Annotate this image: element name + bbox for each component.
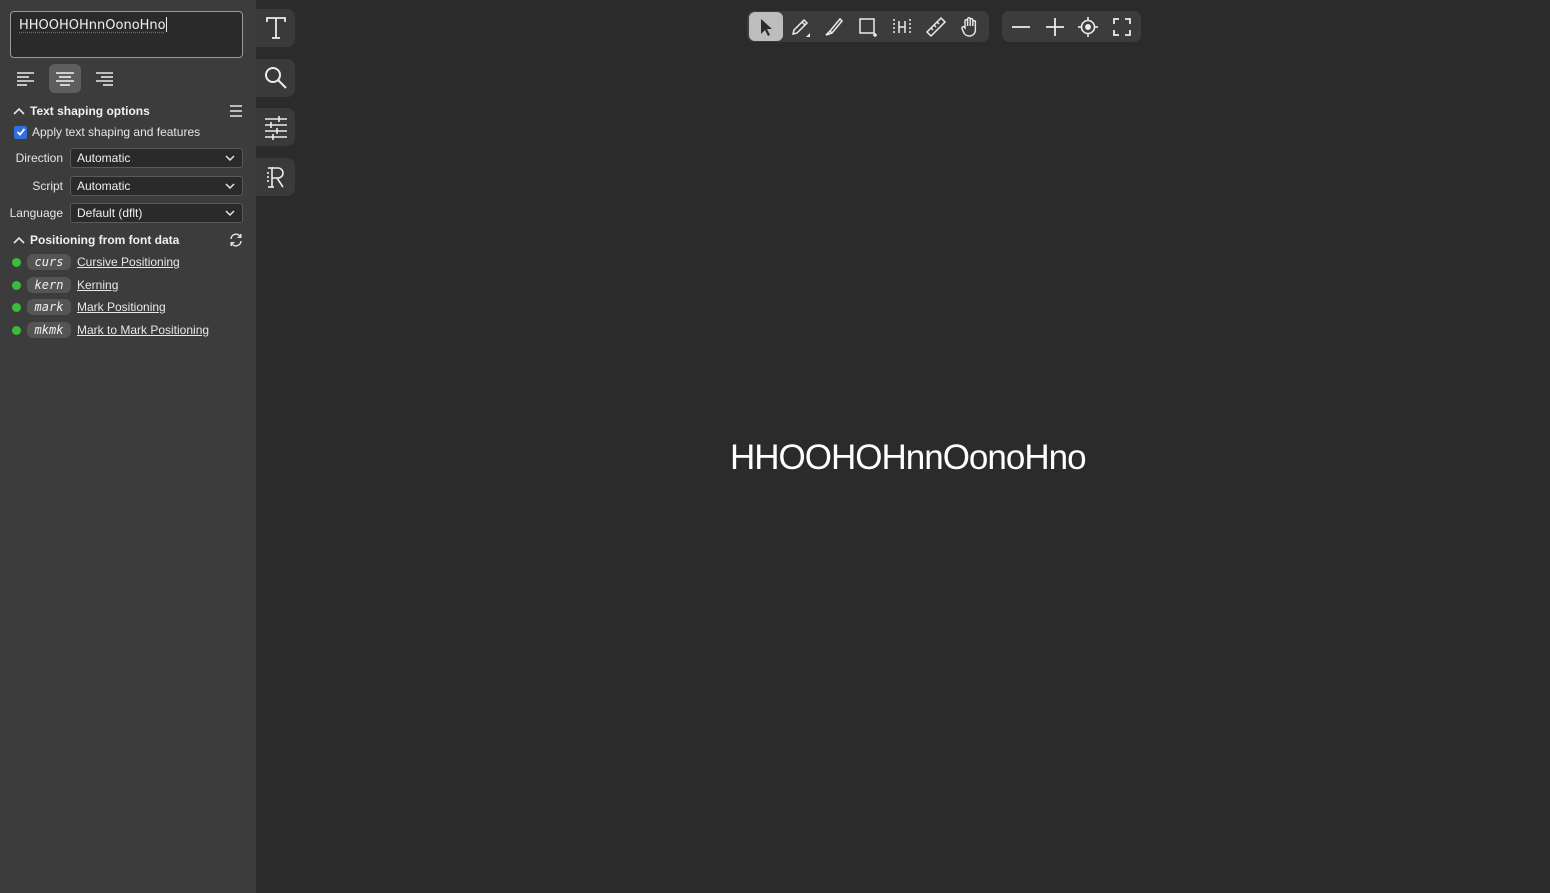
text-caret xyxy=(165,17,167,32)
left-panel: HHOOHOHnnOonoHno Text shaping options Ap… xyxy=(0,0,256,893)
rectangle-icon xyxy=(859,17,877,37)
chevron-down-icon xyxy=(225,210,235,217)
zoom-fit-button[interactable] xyxy=(1072,12,1106,41)
checkmark-icon xyxy=(16,128,25,136)
feature-row-mark[interactable]: mark Mark Positioning xyxy=(12,299,166,315)
feature-link[interactable]: Mark to Mark Positioning xyxy=(77,323,209,337)
direction-label: Direction xyxy=(15,151,63,165)
zoom-out-button[interactable] xyxy=(1004,12,1038,41)
text-shaping-header[interactable]: Text shaping options xyxy=(12,103,244,119)
search-icon xyxy=(264,67,287,89)
zoom-fit-icon xyxy=(1078,16,1099,37)
language-label: Language xyxy=(9,206,63,220)
feature-link[interactable]: Kerning xyxy=(77,278,118,292)
enabled-dot[interactable] xyxy=(12,302,21,312)
align-left-button[interactable] xyxy=(10,64,42,93)
align-left-icon xyxy=(17,71,34,86)
feature-row-curs[interactable]: curs Cursive Positioning xyxy=(12,254,180,270)
sidebearings-icon xyxy=(893,18,911,35)
refresh-icon[interactable] xyxy=(228,232,244,248)
direction-value: Automatic xyxy=(77,151,131,165)
pointer-tool-button[interactable] xyxy=(749,12,783,41)
feature-row-mkmk[interactable]: mkmk Mark to Mark Positioning xyxy=(12,322,209,338)
script-row: Script Automatic xyxy=(0,176,256,196)
search-button[interactable] xyxy=(256,59,295,97)
edit-tools-toolbar xyxy=(747,11,989,42)
chevron-down-icon xyxy=(225,183,235,190)
pen-tool-button[interactable] xyxy=(783,12,817,41)
fullscreen-button[interactable] xyxy=(1105,12,1139,41)
apply-shaping-label: Apply text shaping and features xyxy=(32,125,201,139)
align-right-icon xyxy=(96,71,113,86)
feature-link[interactable]: Cursive Positioning xyxy=(77,255,180,269)
feature-tag: curs xyxy=(27,254,71,270)
feature-row-kern[interactable]: kern Kerning xyxy=(12,277,118,293)
text-tool-icon xyxy=(265,17,286,39)
view-tools-toolbar xyxy=(1002,11,1141,42)
language-select[interactable]: Default (dflt) xyxy=(70,203,243,223)
align-right-button[interactable] xyxy=(88,64,120,93)
fullscreen-icon xyxy=(1113,17,1132,36)
ruler-tool-button[interactable] xyxy=(919,12,953,41)
enabled-dot[interactable] xyxy=(12,257,21,267)
text-shaping-title: Text shaping options xyxy=(30,104,150,118)
direction-select[interactable]: Automatic xyxy=(70,148,243,168)
language-row: Language Default (dflt) xyxy=(0,203,256,223)
text-tool-button[interactable] xyxy=(256,9,295,47)
reference-font-icon xyxy=(266,167,284,188)
rectangle-tool-button[interactable] xyxy=(851,12,885,41)
chevron-down-icon xyxy=(225,155,235,162)
positioning-title: Positioning from font data xyxy=(30,233,180,247)
zoom-in-icon xyxy=(1045,17,1064,36)
hand-tool-button[interactable] xyxy=(953,12,987,41)
hand-icon xyxy=(961,16,977,37)
script-value: Automatic xyxy=(77,179,131,193)
enabled-dot[interactable] xyxy=(12,280,21,290)
feature-tag: mkmk xyxy=(27,322,71,338)
pen-icon xyxy=(791,18,810,37)
zoom-out-icon xyxy=(1011,25,1030,28)
sliders-button[interactable] xyxy=(256,108,295,146)
text-entry-value: HHOOHOHnnOonoHno xyxy=(19,18,166,33)
sliders-icon xyxy=(264,116,287,140)
apply-shaping-row[interactable]: Apply text shaping and features xyxy=(14,125,200,139)
align-center-button[interactable] xyxy=(49,64,81,93)
reference-font-button[interactable] xyxy=(256,158,295,196)
language-value: Default (dflt) xyxy=(77,206,143,220)
canvas-glyph-line[interactable]: HHOOHOHnnOonoHno xyxy=(730,438,1087,478)
knife-tool-button[interactable] xyxy=(817,12,851,41)
alignment-buttons xyxy=(10,64,120,93)
pointer-icon xyxy=(761,18,772,36)
chevron-up-icon xyxy=(13,236,25,244)
feature-tag: mark xyxy=(27,299,71,315)
zoom-in-button[interactable] xyxy=(1038,12,1072,41)
direction-row: Direction Automatic xyxy=(0,148,256,168)
enabled-dot[interactable] xyxy=(12,325,21,335)
text-entry-field[interactable]: HHOOHOHnnOonoHno xyxy=(10,11,243,58)
menu-icon[interactable] xyxy=(228,103,244,119)
ruler-icon xyxy=(925,16,947,37)
feature-tag: kern xyxy=(27,277,71,293)
feature-link[interactable]: Mark Positioning xyxy=(77,300,166,314)
apply-shaping-checkbox[interactable] xyxy=(14,125,27,139)
chevron-up-icon xyxy=(13,107,25,115)
align-center-icon xyxy=(56,71,74,86)
script-label: Script xyxy=(32,179,63,193)
knife-icon xyxy=(825,17,844,36)
script-select[interactable]: Automatic xyxy=(70,176,243,196)
positioning-header[interactable]: Positioning from font data xyxy=(12,232,244,248)
sidebearings-tool-button[interactable] xyxy=(885,12,919,41)
